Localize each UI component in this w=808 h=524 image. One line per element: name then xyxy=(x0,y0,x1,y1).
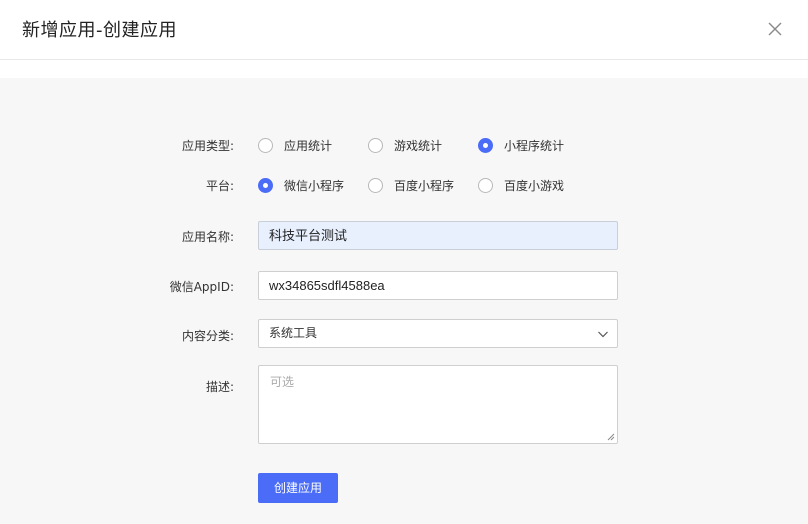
radio-circle xyxy=(478,177,493,193)
radio-circle xyxy=(478,137,493,153)
dialog-header: 新增应用-创建应用 xyxy=(0,0,808,60)
radio-circle xyxy=(368,177,383,193)
category-label: 内容分类: xyxy=(181,329,234,343)
resize-grip-icon[interactable] xyxy=(607,433,615,441)
app-name-label: 应用名称: xyxy=(181,230,234,244)
radio-wechat-miniprogram[interactable]: 微信小程序 xyxy=(258,176,344,194)
wechat-appid-label: 微信AppID: xyxy=(169,280,234,294)
radio-label: 应用统计 xyxy=(284,138,333,153)
radio-miniprogram-stats[interactable]: 小程序统计 xyxy=(478,136,564,154)
radio-label: 百度小程序 xyxy=(394,178,455,193)
close-button[interactable] xyxy=(764,18,786,40)
close-icon xyxy=(768,22,782,36)
chevron-down-icon xyxy=(598,331,608,338)
radio-label: 游戏统计 xyxy=(394,138,443,153)
app-name-input[interactable]: 科技平台测试 xyxy=(258,221,618,250)
app-type-label: 应用类型: xyxy=(181,139,234,153)
radio-label: 百度小游戏 xyxy=(504,178,565,193)
radio-baidu-miniprogram[interactable]: 百度小程序 xyxy=(368,176,454,194)
radio-circle xyxy=(368,137,383,153)
create-app-button[interactable]: 创建应用 xyxy=(258,473,338,503)
radio-game-stats[interactable]: 游戏统计 xyxy=(368,136,442,154)
radio-baidu-minigame[interactable]: 百度小游戏 xyxy=(478,176,564,194)
description-placeholder: 可选 xyxy=(270,375,295,389)
radio-app-stats[interactable]: 应用统计 xyxy=(258,136,332,154)
radio-label: 小程序统计 xyxy=(504,138,565,153)
category-select[interactable]: 系统工具 xyxy=(258,319,618,348)
radio-circle xyxy=(258,177,273,193)
dialog-title: 新增应用-创建应用 xyxy=(22,20,177,41)
description-label: 描述: xyxy=(205,380,234,394)
radio-circle xyxy=(258,137,273,153)
description-textarea[interactable]: 可选 xyxy=(258,365,618,444)
category-selected-value: 系统工具 xyxy=(269,326,318,340)
wechat-appid-input[interactable]: wx34865sdfl4588ea xyxy=(258,271,618,300)
create-app-dialog: 新增应用-创建应用 应用类型: 应用统计 游戏统计 小程序统计 平台: 微信小程… xyxy=(0,0,808,524)
platform-label: 平台: xyxy=(205,179,234,193)
radio-label: 微信小程序 xyxy=(284,178,345,193)
